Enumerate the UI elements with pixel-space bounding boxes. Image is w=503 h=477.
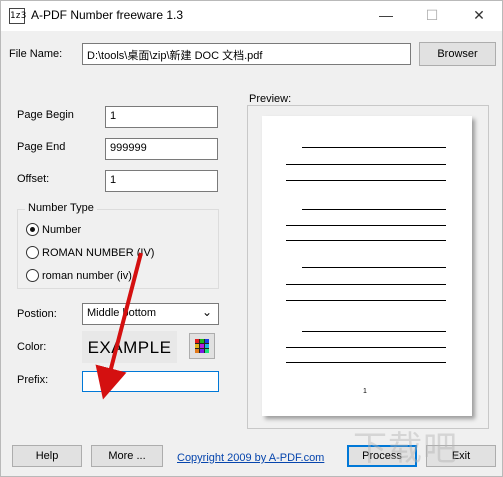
maximize-button[interactable]: ☐	[409, 1, 455, 31]
prefix-label: Prefix:	[17, 374, 49, 386]
minimize-button[interactable]: —	[363, 1, 409, 31]
window-title: A-PDF Number freeware 1.3	[31, 8, 184, 22]
close-button[interactable]: ✕	[456, 1, 502, 31]
exit-button[interactable]: Exit	[426, 445, 496, 467]
color-label: Color:	[17, 341, 47, 353]
page-end-label: Page End	[17, 141, 66, 153]
file-name-field[interactable]: D:\tools\桌面\zip\新建 DOC 文档.pdf	[82, 43, 411, 65]
radio-indicator-selected[interactable]	[26, 223, 39, 236]
number-type-title: Number Type	[25, 202, 97, 214]
title-bar: 1z3 A-PDF Number freeware 1.3 — ☐ ✕	[1, 1, 502, 31]
chevron-down-icon: ⌄	[201, 305, 212, 319]
app-window: 1z3 A-PDF Number freeware 1.3 — ☐ ✕ File…	[0, 0, 503, 477]
preview-page: 1	[262, 116, 472, 416]
offset-input[interactable]: 1	[105, 170, 218, 192]
position-label: Postion:	[17, 308, 57, 320]
page-begin-input[interactable]: 1	[105, 106, 218, 128]
offset-label: Offset:	[17, 173, 50, 185]
browse-button[interactable]: Browser	[419, 42, 496, 66]
color-picker-button[interactable]	[189, 333, 215, 359]
preview-label: Preview:	[249, 93, 292, 105]
annotation-arrow	[95, 252, 143, 400]
radio-number[interactable]: Number	[26, 223, 81, 236]
page-end-input[interactable]: 999999	[105, 138, 218, 160]
palette-icon	[195, 339, 209, 353]
radio-indicator[interactable]	[26, 269, 39, 282]
radio-number-label: Number	[42, 223, 82, 236]
process-button[interactable]: Process	[347, 445, 417, 467]
page-begin-label: Page Begin	[17, 109, 74, 121]
radio-indicator[interactable]	[26, 246, 39, 259]
file-name-label: File Name:	[9, 48, 63, 60]
preview-page-number: 1	[363, 388, 367, 395]
copyright-link[interactable]: Copyright 2009 by A-PDF.com	[177, 452, 324, 464]
help-button[interactable]: Help	[12, 445, 82, 467]
app-icon: 1z3	[9, 8, 26, 24]
more-button[interactable]: More ...	[91, 445, 163, 467]
